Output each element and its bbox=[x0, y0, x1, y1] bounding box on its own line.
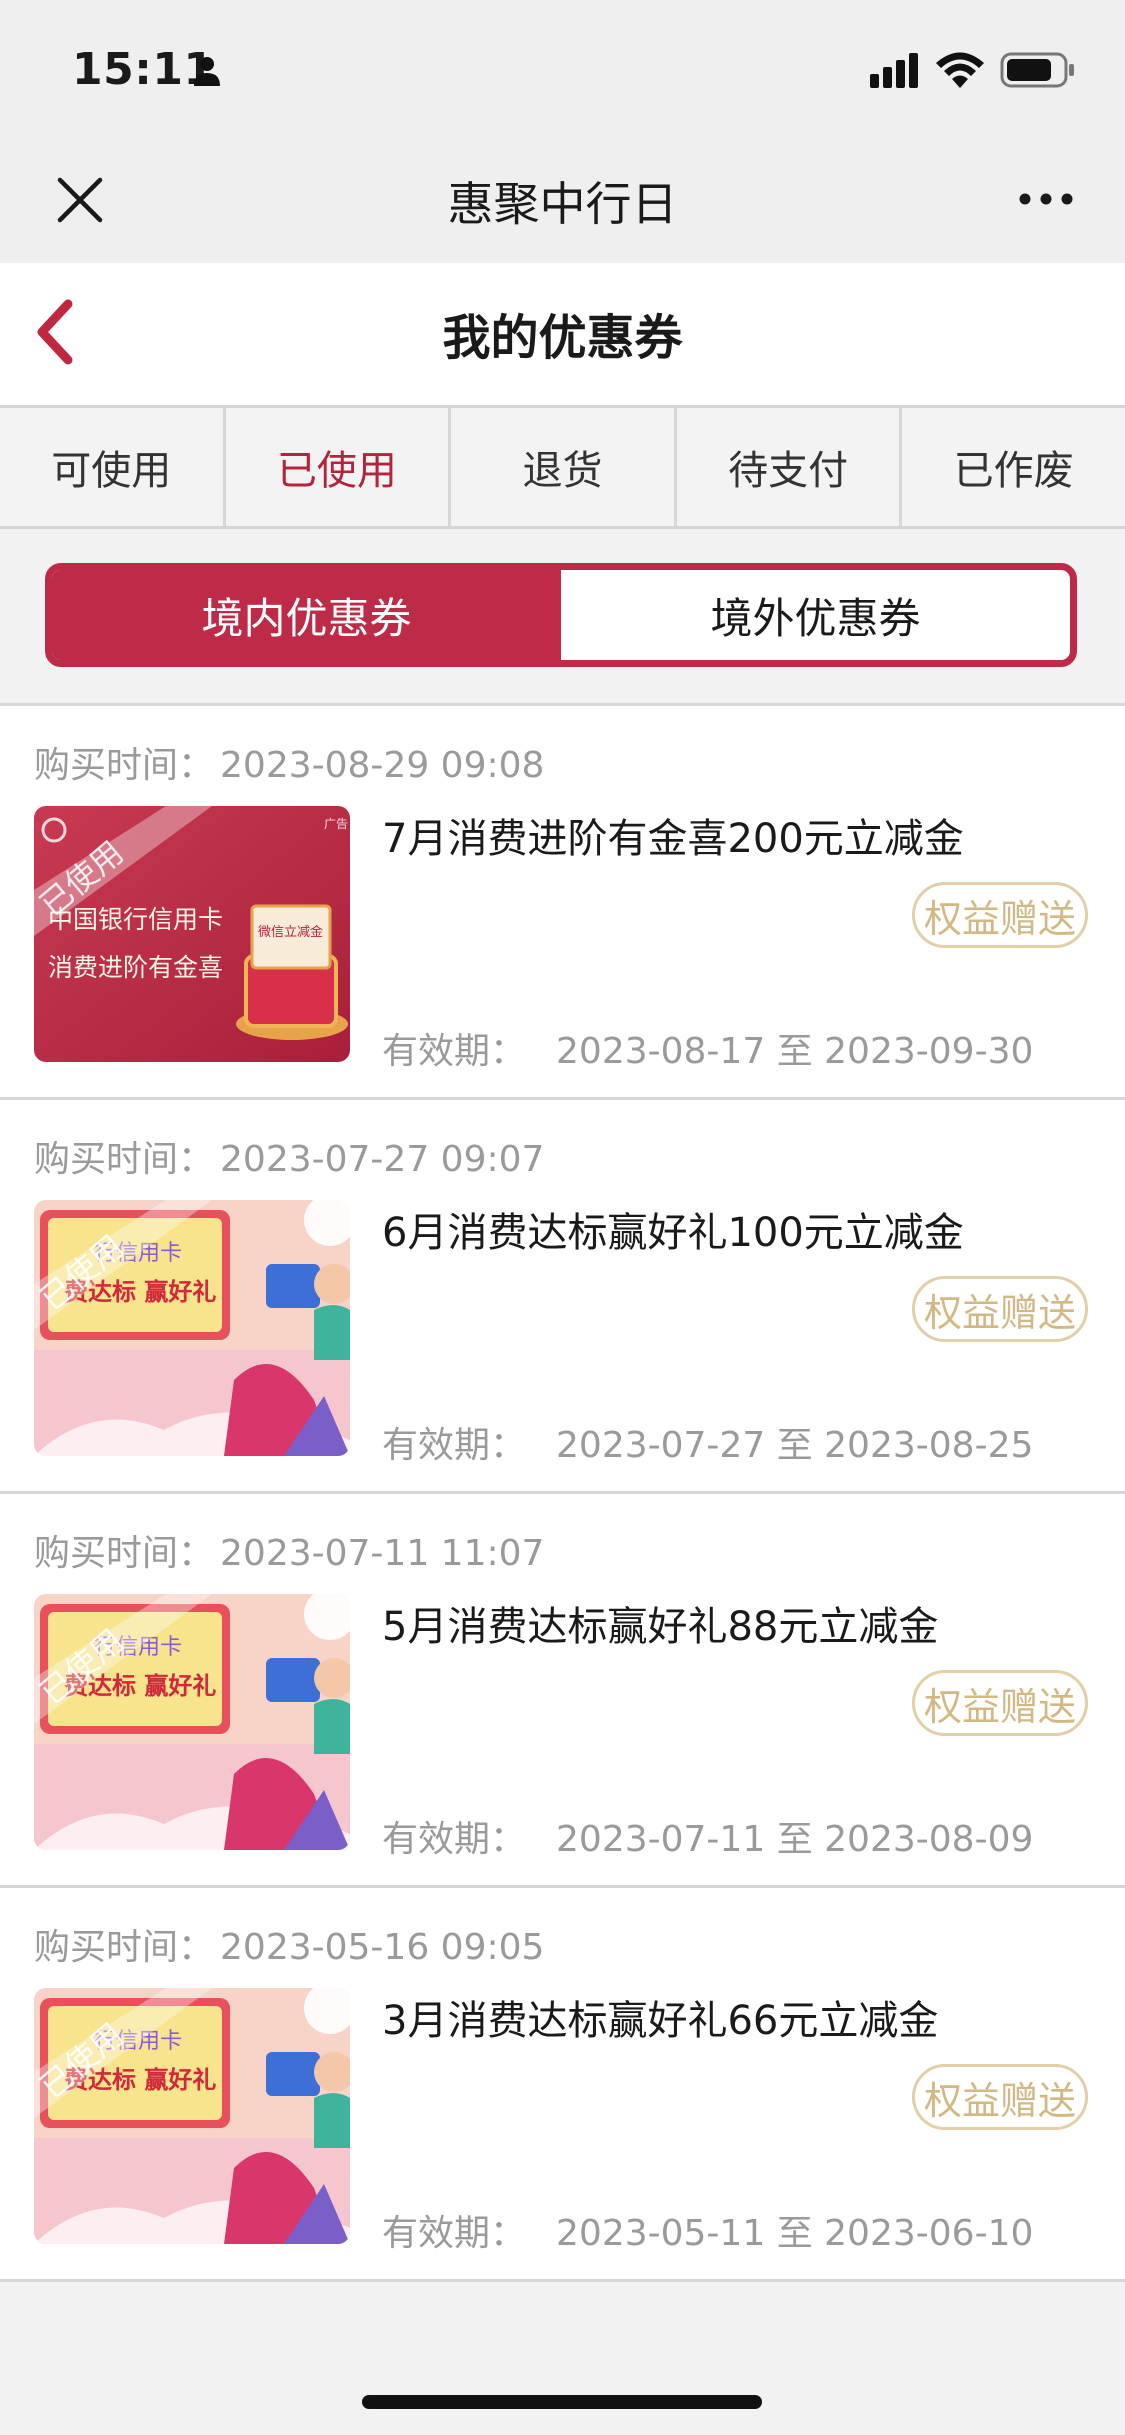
region-segment: 境内优惠券 境外优惠券 bbox=[45, 563, 1077, 667]
cellular-signal-icon bbox=[870, 53, 918, 88]
valid-from: 2023-07-27 bbox=[556, 1425, 766, 1466]
purchase-time-value: 2023-08-29 09:08 bbox=[220, 745, 545, 786]
benefit-gift-badge: 权益赠送 bbox=[912, 1670, 1088, 1736]
coupon-card[interactable]: 购买时间： 2023-05-16 09:05 行信用卡 费达标 赢好礼 已使用 3… bbox=[0, 1888, 1125, 2282]
validity-period: 有效期： 2023-08-17 至 2023-09-30 bbox=[382, 1022, 1033, 1074]
image-box-label: 微信立减金 bbox=[258, 924, 323, 940]
purchase-time-value: 2023-07-11 11:07 bbox=[220, 1533, 545, 1574]
coupon-title: 5月消费达标赢好礼88元立减金 bbox=[382, 1604, 939, 1650]
purchase-time-label: 购买时间： bbox=[34, 1927, 215, 1968]
to-label: 至 bbox=[776, 1425, 813, 1466]
coupon-image: 行信用卡 费达标 赢好礼 已使用 bbox=[34, 1594, 350, 1850]
coupon-title: 6月消费达标赢好礼100元立减金 bbox=[382, 1210, 964, 1256]
coupon-title: 3月消费达标赢好礼66元立减金 bbox=[382, 1998, 939, 2044]
purchase-time: 购买时间： 2023-07-27 09:07 bbox=[34, 1130, 544, 1182]
battery-icon bbox=[1000, 52, 1074, 88]
purchase-time: 购买时间： 2023-07-11 11:07 bbox=[34, 1524, 544, 1576]
validity-label: 有效期： bbox=[382, 1425, 527, 1466]
valid-to: 2023-06-10 bbox=[824, 2213, 1034, 2254]
tab-pending-payment[interactable]: 待支付 bbox=[677, 408, 903, 526]
validity-period: 有效期： 2023-07-11 至 2023-08-09 bbox=[382, 1810, 1033, 1862]
valid-from: 2023-05-11 bbox=[556, 2213, 766, 2254]
coupon-card[interactable]: 购买时间： 2023-07-27 09:07 行信用卡 费达标 赢好礼 已使用 6… bbox=[0, 1100, 1125, 1494]
purchase-time: 购买时间： 2023-05-16 09:05 bbox=[34, 1918, 544, 1970]
valid-from: 2023-07-11 bbox=[556, 1819, 766, 1860]
validity-period: 有效期： 2023-05-11 至 2023-06-10 bbox=[382, 2204, 1033, 2256]
region-switch-area: 境内优惠券 境外优惠券 bbox=[0, 529, 1125, 706]
validity-label: 有效期： bbox=[382, 1819, 527, 1860]
purchase-time-value: 2023-07-27 09:07 bbox=[220, 1139, 545, 1180]
validity-label: 有效期： bbox=[382, 2213, 527, 2254]
to-label: 至 bbox=[776, 2213, 813, 2254]
coupon-list: 购买时间： 2023-08-29 09:08 广告 中国银行信用卡 消费进阶有金喜… bbox=[0, 706, 1125, 2282]
tab-available[interactable]: 可使用 bbox=[0, 408, 226, 526]
coupon-image: 行信用卡 费达标 赢好礼 已使用 bbox=[34, 1988, 350, 2244]
purchase-time-label: 购买时间： bbox=[34, 1139, 215, 1180]
purchase-time: 购买时间： 2023-08-29 09:08 bbox=[34, 736, 544, 788]
coupon-image: 广告 中国银行信用卡 消费进阶有金喜 微信立减金 已使用 bbox=[34, 806, 350, 1062]
status-tabs: 可使用 已使用 退货 待支付 已作废 bbox=[0, 405, 1125, 532]
coupon-image: 行信用卡 费达标 赢好礼 已使用 bbox=[34, 1200, 350, 1456]
validity-label: 有效期： bbox=[382, 1031, 527, 1072]
valid-to: 2023-08-25 bbox=[824, 1425, 1034, 1466]
valid-to: 2023-09-30 bbox=[824, 1031, 1034, 1072]
coupon-title: 7月消费进阶有金喜200元立减金 bbox=[382, 816, 964, 862]
valid-to: 2023-08-09 bbox=[824, 1819, 1034, 1860]
person-icon bbox=[194, 57, 220, 86]
tab-used[interactable]: 已使用 bbox=[226, 408, 452, 526]
benefit-gift-badge: 权益赠送 bbox=[912, 882, 1088, 948]
more-options-icon[interactable] bbox=[1016, 176, 1076, 222]
purchase-time-value: 2023-05-16 09:05 bbox=[220, 1927, 545, 1968]
benefit-gift-badge: 权益赠送 bbox=[912, 1276, 1088, 1342]
benefit-gift-badge: 权益赠送 bbox=[912, 2064, 1088, 2130]
image-line-2: 消费进阶有金喜 bbox=[48, 953, 223, 982]
to-label: 至 bbox=[776, 1031, 813, 1072]
validity-period: 有效期： 2023-07-27 至 2023-08-25 bbox=[382, 1416, 1033, 1468]
home-indicator[interactable] bbox=[362, 2395, 762, 2409]
valid-from: 2023-08-17 bbox=[556, 1031, 766, 1072]
segment-domestic[interactable]: 境内优惠券 bbox=[52, 570, 561, 660]
miniprogram-title: 惠聚中行日 bbox=[447, 177, 678, 231]
purchase-time-label: 购买时间： bbox=[34, 1533, 215, 1574]
tab-returned[interactable]: 退货 bbox=[451, 408, 677, 526]
purchase-time-label: 购买时间： bbox=[34, 745, 215, 786]
page-title: 我的优惠券 bbox=[442, 310, 683, 366]
wifi-icon bbox=[936, 52, 984, 88]
to-label: 至 bbox=[776, 1819, 813, 1860]
segment-overseas[interactable]: 境外优惠券 bbox=[561, 570, 1070, 660]
coupon-card[interactable]: 购买时间： 2023-07-11 11:07 行信用卡 费达标 赢好礼 已使用 5… bbox=[0, 1494, 1125, 1888]
ad-tag: 广告 bbox=[324, 817, 348, 831]
coupon-card[interactable]: 购买时间： 2023-08-29 09:08 广告 中国银行信用卡 消费进阶有金喜… bbox=[0, 706, 1125, 1100]
tab-voided[interactable]: 已作废 bbox=[902, 408, 1125, 526]
